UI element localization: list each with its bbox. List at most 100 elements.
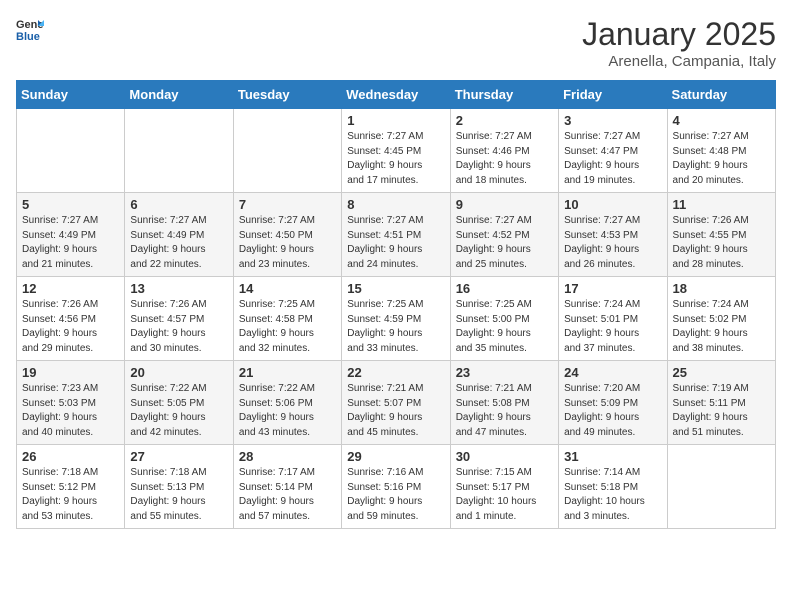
day-cell: 17 Sunrise: 7:24 AM Sunset: 5:01 PM Dayli… (559, 277, 667, 361)
day-info: Sunrise: 7:24 AM Sunset: 5:01 PM Dayligh… (564, 298, 661, 356)
weekday-header-wednesday: Wednesday (342, 81, 450, 109)
day-info: Sunrise: 7:24 AM Sunset: 5:02 PM Dayligh… (673, 298, 770, 356)
day-cell: 9Sunrise: 7:27 AM Sunset: 4:52 PM Daylig… (450, 193, 558, 277)
month-title: January 2025 (582, 16, 776, 53)
day-number: 26 (22, 449, 119, 464)
day-number: 28 (239, 449, 336, 464)
day-info: Sunrise: 7:21 AM Sunset: 5:07 PM Dayligh… (347, 382, 444, 440)
day-number: 11 (673, 197, 770, 212)
day-cell: 22 Sunrise: 7:21 AM Sunset: 5:07 PM Dayli… (342, 361, 450, 445)
weekday-header-saturday: Saturday (667, 81, 775, 109)
day-number: 17 (564, 281, 661, 296)
day-info: Sunrise: 7:27 AM Sunset: 4:49 PM Dayligh… (22, 214, 119, 272)
day-cell: 5 Sunrise: 7:27 AM Sunset: 4:49 PM Daylig… (17, 193, 125, 277)
day-cell: 27Sunrise: 7:18 AM Sunset: 5:13 PM Dayli… (125, 445, 233, 529)
week-row-3: 12 Sunrise: 7:26 AM Sunset: 4:56 PM Dayli… (17, 277, 776, 361)
day-number: 6 (130, 197, 227, 212)
location-title: Arenella, Campania, Italy (582, 53, 776, 70)
day-cell: 16 Sunrise: 7:25 AM Sunset: 5:00 PM Dayli… (450, 277, 558, 361)
day-info: Sunrise: 7:27 AM Sunset: 4:51 PM Dayligh… (347, 214, 444, 272)
weekday-header-thursday: Thursday (450, 81, 558, 109)
day-cell (233, 109, 341, 193)
day-cell: 23 Sunrise: 7:21 AM Sunset: 5:08 PM Dayli… (450, 361, 558, 445)
day-number: 19 (22, 365, 119, 380)
day-info: Sunrise: 7:26 AM Sunset: 4:57 PM Dayligh… (130, 298, 227, 356)
day-number: 4 (673, 113, 770, 128)
day-info: Sunrise: 7:23 AM Sunset: 5:03 PM Dayligh… (22, 382, 119, 440)
day-info: Sunrise: 7:22 AM Sunset: 5:06 PM Dayligh… (239, 382, 336, 440)
day-number: 12 (22, 281, 119, 296)
day-info: Sunrise: 7:14 AM Sunset: 5:18 PM Dayligh… (564, 466, 661, 524)
day-number: 15 (347, 281, 444, 296)
day-number: 23 (456, 365, 553, 380)
weekday-header-sunday: Sunday (17, 81, 125, 109)
day-info: Sunrise: 7:18 AM Sunset: 5:12 PM Dayligh… (22, 466, 119, 524)
day-info: Sunrise: 7:25 AM Sunset: 5:00 PM Dayligh… (456, 298, 553, 356)
day-cell: 7 Sunrise: 7:27 AM Sunset: 4:50 PM Daylig… (233, 193, 341, 277)
weekday-header-row: SundayMondayTuesdayWednesdayThursdayFrid… (17, 81, 776, 109)
day-number: 20 (130, 365, 227, 380)
day-info: Sunrise: 7:27 AM Sunset: 4:46 PM Dayligh… (456, 130, 553, 188)
day-cell: 14 Sunrise: 7:25 AM Sunset: 4:58 PM Dayli… (233, 277, 341, 361)
day-info: Sunrise: 7:25 AM Sunset: 4:58 PM Dayligh… (239, 298, 336, 356)
day-number: 29 (347, 449, 444, 464)
day-cell (17, 109, 125, 193)
day-number: 3 (564, 113, 661, 128)
day-cell (667, 445, 775, 529)
day-info: Sunrise: 7:27 AM Sunset: 4:48 PM Dayligh… (673, 130, 770, 188)
day-number: 9 (456, 197, 553, 212)
day-number: 10 (564, 197, 661, 212)
day-cell: 12 Sunrise: 7:26 AM Sunset: 4:56 PM Dayli… (17, 277, 125, 361)
day-cell: 4 Sunrise: 7:27 AM Sunset: 4:48 PM Daylig… (667, 109, 775, 193)
week-row-5: 26 Sunrise: 7:18 AM Sunset: 5:12 PM Dayli… (17, 445, 776, 529)
week-row-4: 19 Sunrise: 7:23 AM Sunset: 5:03 PM Dayli… (17, 361, 776, 445)
day-info: Sunrise: 7:26 AM Sunset: 4:56 PM Dayligh… (22, 298, 119, 356)
day-number: 24 (564, 365, 661, 380)
title-block: January 2025 Arenella, Campania, Italy (582, 16, 776, 70)
day-info: Sunrise: 7:21 AM Sunset: 5:08 PM Dayligh… (456, 382, 553, 440)
day-cell (125, 109, 233, 193)
day-info: Sunrise: 7:22 AM Sunset: 5:05 PM Dayligh… (130, 382, 227, 440)
day-number: 21 (239, 365, 336, 380)
day-number: 30 (456, 449, 553, 464)
day-cell: 25 Sunrise: 7:19 AM Sunset: 5:11 PM Dayli… (667, 361, 775, 445)
day-info: Sunrise: 7:19 AM Sunset: 5:11 PM Dayligh… (673, 382, 770, 440)
day-number: 5 (22, 197, 119, 212)
day-info: Sunrise: 7:17 AM Sunset: 5:14 PM Dayligh… (239, 466, 336, 524)
week-row-2: 5 Sunrise: 7:27 AM Sunset: 4:49 PM Daylig… (17, 193, 776, 277)
day-number: 7 (239, 197, 336, 212)
day-number: 22 (347, 365, 444, 380)
day-cell: 11Sunrise: 7:26 AM Sunset: 4:55 PM Dayli… (667, 193, 775, 277)
day-info: Sunrise: 7:27 AM Sunset: 4:49 PM Dayligh… (130, 214, 227, 272)
day-cell: 18 Sunrise: 7:24 AM Sunset: 5:02 PM Dayli… (667, 277, 775, 361)
calendar-table: SundayMondayTuesdayWednesdayThursdayFrid… (16, 80, 776, 529)
day-number: 2 (456, 113, 553, 128)
page-header: General Blue January 2025 Arenella, Camp… (16, 16, 776, 70)
day-cell: 13Sunrise: 7:26 AM Sunset: 4:57 PM Dayli… (125, 277, 233, 361)
day-number: 14 (239, 281, 336, 296)
day-cell: 30 Sunrise: 7:15 AM Sunset: 5:17 PM Dayli… (450, 445, 558, 529)
day-number: 25 (673, 365, 770, 380)
day-cell: 1Sunrise: 7:27 AM Sunset: 4:45 PM Daylig… (342, 109, 450, 193)
day-info: Sunrise: 7:16 AM Sunset: 5:16 PM Dayligh… (347, 466, 444, 524)
logo-icon: General Blue (16, 16, 44, 44)
week-row-1: 1Sunrise: 7:27 AM Sunset: 4:45 PM Daylig… (17, 109, 776, 193)
day-number: 31 (564, 449, 661, 464)
day-cell: 2 Sunrise: 7:27 AM Sunset: 4:46 PM Daylig… (450, 109, 558, 193)
day-info: Sunrise: 7:15 AM Sunset: 5:17 PM Dayligh… (456, 466, 553, 524)
weekday-header-friday: Friday (559, 81, 667, 109)
weekday-header-monday: Monday (125, 81, 233, 109)
day-number: 8 (347, 197, 444, 212)
day-info: Sunrise: 7:20 AM Sunset: 5:09 PM Dayligh… (564, 382, 661, 440)
weekday-header-tuesday: Tuesday (233, 81, 341, 109)
day-cell: 31 Sunrise: 7:14 AM Sunset: 5:18 PM Dayli… (559, 445, 667, 529)
day-info: Sunrise: 7:27 AM Sunset: 4:50 PM Dayligh… (239, 214, 336, 272)
svg-text:Blue: Blue (16, 31, 40, 43)
day-info: Sunrise: 7:27 AM Sunset: 4:53 PM Dayligh… (564, 214, 661, 272)
day-cell: 20 Sunrise: 7:22 AM Sunset: 5:05 PM Dayli… (125, 361, 233, 445)
day-number: 16 (456, 281, 553, 296)
day-info: Sunrise: 7:27 AM Sunset: 4:47 PM Dayligh… (564, 130, 661, 188)
day-number: 27 (130, 449, 227, 464)
day-cell: 8 Sunrise: 7:27 AM Sunset: 4:51 PM Daylig… (342, 193, 450, 277)
day-number: 18 (673, 281, 770, 296)
